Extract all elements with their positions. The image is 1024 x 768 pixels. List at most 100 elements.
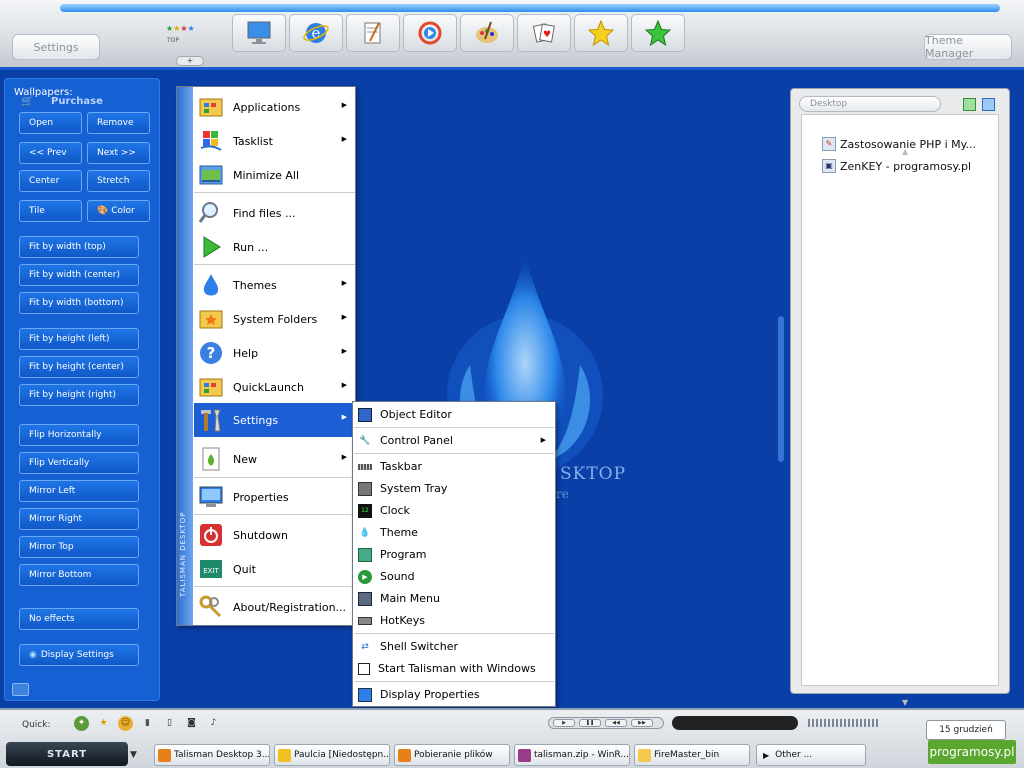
task-button-winrar[interactable]: talisman.zip - WinR...	[514, 744, 630, 766]
mirror-bottom-button[interactable]: Mirror Bottom	[19, 564, 139, 586]
next-track-button[interactable]: ▶▶	[631, 719, 653, 727]
camera-icon[interactable]: ◙	[184, 716, 199, 731]
prev-button[interactable]: << Prev	[19, 142, 82, 164]
quick-button-cards[interactable]: ♥	[517, 14, 571, 52]
start-button[interactable]: START	[6, 742, 128, 766]
menu-item-shutdown[interactable]: Shutdown	[194, 519, 355, 551]
fit-height-right-button[interactable]: Fit by height (right)	[19, 384, 139, 406]
submenu-item-sound[interactable]: ▶ Sound	[354, 566, 554, 587]
quick-button-notepad[interactable]	[346, 14, 400, 52]
submenu-item-clock[interactable]: 12 Clock	[354, 500, 554, 521]
quick-button-media-player[interactable]	[403, 14, 457, 52]
menu-item-properties[interactable]: Properties	[194, 481, 355, 513]
flip-vertically-button[interactable]: Flip Vertically	[19, 452, 139, 474]
settings-button[interactable]: Settings	[12, 34, 100, 60]
submenu-item-control-panel[interactable]: 🔧 Control Panel ▶	[354, 430, 554, 451]
menu-item-about[interactable]: About/Registration...	[194, 591, 355, 623]
task-button-paulcia[interactable]: Paulcia [Niedostępn...	[274, 744, 390, 766]
panel-view-blue-icon[interactable]	[982, 98, 995, 111]
theme-manager-button[interactable]: Theme Manager	[924, 34, 1012, 60]
date-display[interactable]: 15 grudzień	[926, 720, 1006, 740]
volume-slider[interactable]	[808, 719, 880, 727]
submenu-item-system-tray[interactable]: System Tray	[354, 478, 554, 499]
previous-track-button[interactable]: ◀◀	[605, 719, 627, 727]
track-progress-slider[interactable]	[672, 716, 798, 730]
menu-item-quit[interactable]: EXIT Quit	[194, 553, 355, 585]
submenu-item-shell-switcher[interactable]: ⇄ Shell Switcher	[354, 636, 554, 657]
music-note-icon[interactable]: ♪	[206, 716, 221, 731]
submenu-item-display-properties[interactable]: Display Properties	[354, 684, 554, 705]
quick-button-ie[interactable]: e	[289, 14, 343, 52]
fit-height-left-button[interactable]: Fit by height (left)	[19, 328, 139, 350]
center-button[interactable]: Center	[19, 170, 82, 192]
start-with-windows-checkbox[interactable]	[358, 662, 370, 675]
quick-button-paint[interactable]	[460, 14, 514, 52]
flip-horizontally-button[interactable]: Flip Horizontally	[19, 424, 139, 446]
next-button[interactable]: Next >>	[87, 142, 150, 164]
mobile-icon[interactable]: ▯	[162, 716, 177, 731]
purchase-link[interactable]: Purchase	[51, 96, 103, 107]
add-quick-button[interactable]: +	[176, 56, 204, 66]
pause-button[interactable]: ❚❚	[579, 719, 601, 727]
menu-item-tasklist[interactable]: Tasklist ▶	[194, 125, 355, 157]
stretch-button[interactable]: Stretch	[87, 170, 150, 192]
ie-icon: e	[303, 23, 329, 43]
tile-button[interactable]: Tile	[19, 200, 82, 222]
person-icon[interactable]: ★	[96, 716, 111, 731]
menu-item-system-folders[interactable]: System Folders ▶	[194, 303, 355, 335]
submenu-item-main-menu[interactable]: Main Menu	[354, 588, 554, 609]
task-button-other[interactable]: ▶ Other ...	[756, 744, 866, 766]
menu-item-help[interactable]: ? Help ▶	[194, 337, 355, 369]
no-effects-button[interactable]: No effects	[19, 608, 139, 630]
panel-view-green-icon[interactable]	[963, 98, 976, 111]
submenu-item-taskbar[interactable]: Taskbar	[354, 456, 554, 477]
menu-item-themes[interactable]: Themes ▶	[194, 269, 355, 301]
submenu-item-start-with-windows[interactable]: Start Talisman with Windows	[354, 658, 554, 679]
submenu-item-object-editor[interactable]: Object Editor	[354, 404, 554, 425]
new-document-icon	[198, 446, 224, 472]
menu-item-settings[interactable]: Settings ▶	[194, 403, 355, 437]
rating-stars-icon[interactable]: ★★★★	[166, 24, 195, 33]
smiley-icon[interactable]: ☺	[118, 716, 133, 731]
svg-text:♥: ♥	[543, 30, 551, 40]
panel-options-icon[interactable]	[12, 683, 29, 696]
menu-item-quicklaunch[interactable]: QuickLaunch ▶	[194, 371, 355, 403]
mirror-right-button[interactable]: Mirror Right	[19, 508, 139, 530]
cards-icon: ♥	[532, 23, 555, 43]
scroll-down-icon[interactable]: ▼	[902, 698, 908, 707]
mirror-left-button[interactable]: Mirror Left	[19, 480, 139, 502]
submenu-item-program[interactable]: Program	[354, 544, 554, 565]
task-button-firemaster[interactable]: FireMaster_bin	[634, 744, 750, 766]
remove-button[interactable]: Remove	[87, 112, 150, 134]
menu-item-find-files[interactable]: Find files ...	[194, 197, 355, 229]
list-item[interactable]: ✎ Zastosowanie PHP i My...	[822, 136, 976, 152]
submenu-item-hotkeys[interactable]: HotKeys	[354, 610, 554, 631]
globe-icon[interactable]: ✦	[74, 716, 89, 731]
chevron-down-icon[interactable]: ▼	[130, 750, 137, 760]
mirror-top-button[interactable]: Mirror Top	[19, 536, 139, 558]
submenu-item-label: Start Talisman with Windows	[378, 662, 536, 675]
menu-item-applications[interactable]: Applications ▶	[194, 91, 355, 123]
fit-width-bottom-button[interactable]: Fit by width (bottom)	[19, 292, 139, 314]
fit-width-center-button[interactable]: Fit by width (center)	[19, 264, 139, 286]
open-button[interactable]: Open	[19, 112, 82, 134]
menu-item-run[interactable]: Run ...	[194, 231, 355, 263]
menu-item-minimize-all[interactable]: Minimize All	[194, 159, 355, 191]
color-button[interactable]: 🎨 Color	[87, 200, 150, 222]
desktop-location-field[interactable]: Desktop	[799, 96, 941, 112]
quick-button-favorites[interactable]	[574, 14, 628, 52]
menu-item-new[interactable]: New ▶	[194, 443, 355, 475]
panel-resize-handle[interactable]	[778, 316, 784, 462]
list-item[interactable]: ▣ ZenKEY - programosy.pl	[822, 158, 971, 174]
play-button[interactable]: ▶	[553, 719, 575, 727]
display-settings-button[interactable]: ◉ Display Settings	[19, 644, 139, 666]
task-button-talisman[interactable]: Talisman Desktop 3....	[154, 744, 270, 766]
fit-height-center-button[interactable]: Fit by height (center)	[19, 356, 139, 378]
submenu-item-theme[interactable]: 💧 Theme	[354, 522, 554, 543]
task-button-downloads[interactable]: Pobieranie plików	[394, 744, 510, 766]
quick-button-monitor[interactable]	[232, 14, 286, 52]
quick-button-green-star[interactable]	[631, 14, 685, 52]
green-star-icon	[644, 19, 672, 47]
fit-width-top-button[interactable]: Fit by width (top)	[19, 236, 139, 258]
phone-icon[interactable]: ▮	[140, 716, 155, 731]
